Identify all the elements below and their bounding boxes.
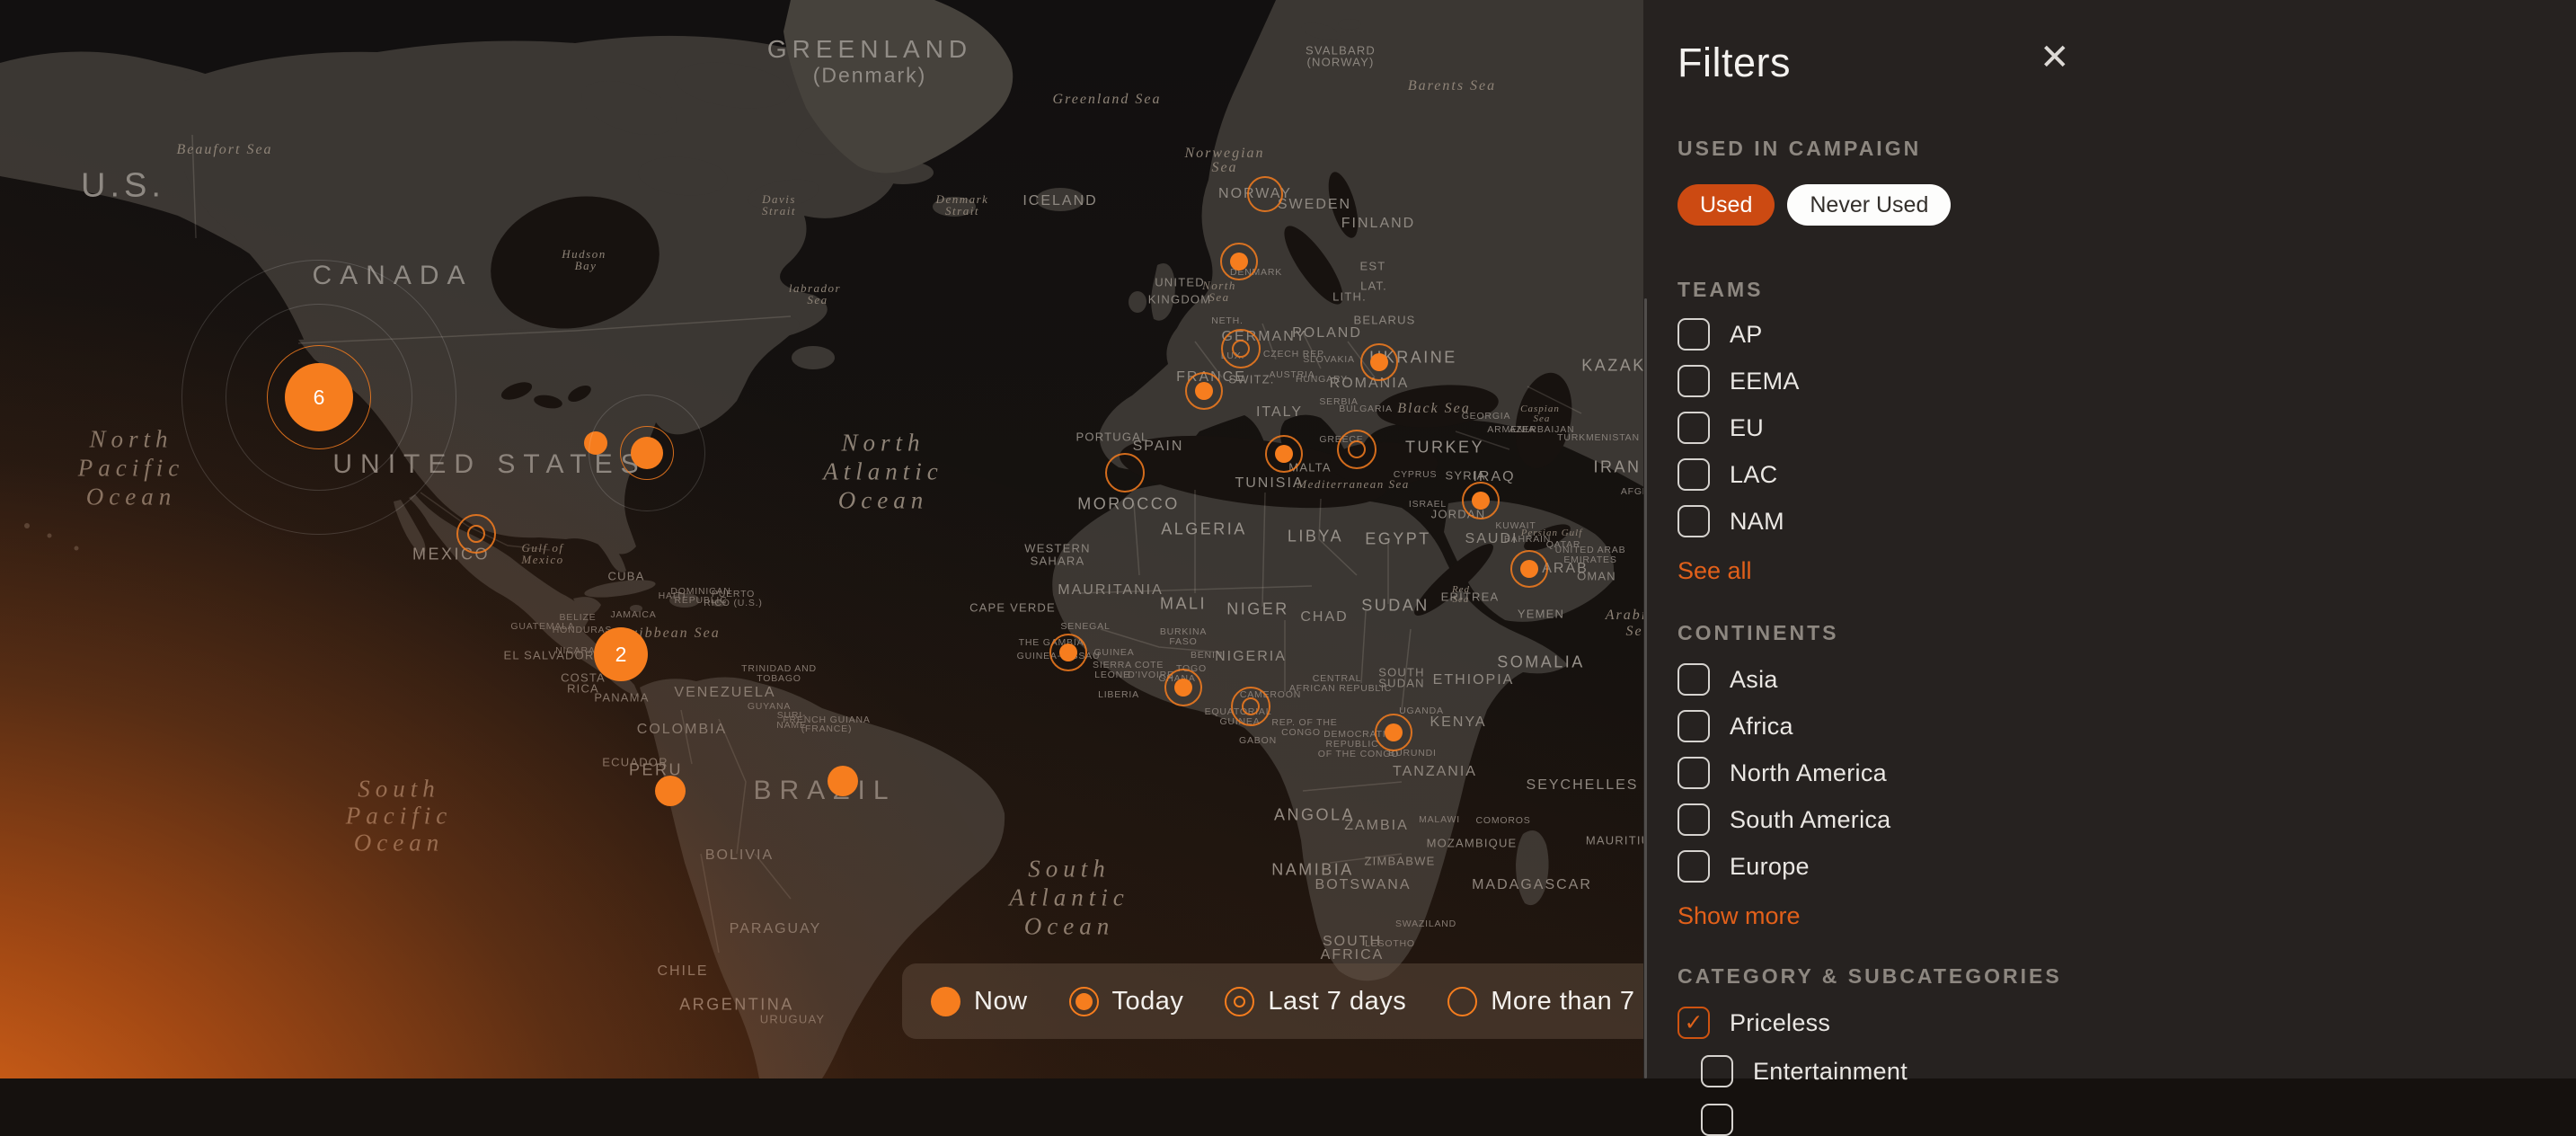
used-toggle-group: Used Never Used (1677, 184, 2540, 226)
legend-item-today: Today (1069, 987, 1184, 1016)
marker-dot (1472, 492, 1490, 510)
checkbox-label: NAM (1730, 508, 1784, 536)
legend-label: Now (974, 987, 1028, 1016)
show-more-link[interactable]: Show more (1677, 902, 1801, 930)
today-icon (1069, 987, 1099, 1016)
marker-dot (1385, 723, 1403, 741)
checkbox[interactable] (1701, 1104, 1733, 1136)
checkbox-label: North America (1730, 759, 1887, 787)
section-teams: TEAMS AP EEMA EU LAC NAM See all (1677, 278, 2540, 585)
teams-options: AP EEMA EU LAC NAM (1677, 318, 2540, 537)
checkbox-row-eema[interactable]: EEMA (1677, 365, 2540, 397)
marker-dot (1520, 560, 1538, 578)
cluster-count: 6 (285, 363, 353, 431)
checkbox-row-europe[interactable]: Europe (1677, 850, 2540, 883)
checkbox-label: EEMA (1730, 368, 1800, 395)
marker-dot (1230, 253, 1248, 271)
checkbox-label: EU (1730, 414, 1764, 442)
checkbox-row-eu[interactable]: EU (1677, 412, 2540, 444)
marker-dot (1174, 679, 1192, 697)
checkbox-label: Africa (1730, 713, 1793, 741)
section-header: USED IN CAMPAIGN (1677, 137, 2540, 161)
checkbox-row-priceless[interactable]: ✓ Priceless (1677, 1007, 2540, 1039)
toggle-never-used[interactable]: Never Used (1787, 184, 1951, 226)
cluster-count: 2 (594, 627, 648, 681)
checkbox[interactable] (1677, 850, 1710, 883)
marker-ring (467, 525, 485, 543)
section-continents: CONTINENTS Asia Africa North America South … (1677, 621, 2540, 930)
marker-ring (1105, 453, 1145, 493)
close-icon[interactable]: ✕ (2040, 40, 2070, 75)
legend-item-now: Now (931, 987, 1028, 1016)
checkbox[interactable] (1677, 803, 1710, 836)
checkbox-row-nam[interactable]: NAM (1677, 505, 2540, 537)
now-icon (931, 987, 960, 1016)
checkbox-row-north-america[interactable]: North America (1677, 757, 2540, 789)
checkbox-label: Priceless (1730, 1009, 1830, 1037)
checkbox[interactable]: ✓ (1677, 1007, 1710, 1039)
marker-ring (1242, 697, 1260, 715)
marker-ring (1348, 440, 1366, 458)
older-icon (1447, 987, 1477, 1016)
last7-icon (1225, 987, 1254, 1016)
checkbox[interactable] (1677, 412, 1710, 444)
checkbox[interactable] (1701, 1055, 1733, 1087)
checkbox-row-partial[interactable] (1677, 1104, 2540, 1136)
continents-options: Asia Africa North America South America Euro… (1677, 663, 2540, 883)
marker-dot (1195, 382, 1213, 400)
checkbox[interactable] (1677, 663, 1710, 696)
checkbox[interactable] (1677, 458, 1710, 491)
section-category: CATEGORY & SUBCATEGORIES ✓ Priceless Enter… (1677, 964, 2540, 1136)
checkbox[interactable] (1677, 505, 1710, 537)
section-used-in-campaign: USED IN CAMPAIGN Used Never Used (1677, 137, 2540, 226)
marker-dot (631, 437, 663, 469)
checkbox-row-ap[interactable]: AP (1677, 318, 2540, 351)
checkbox[interactable] (1677, 318, 1710, 351)
checkbox-row-africa[interactable]: Africa (1677, 710, 2540, 742)
legend-label: Today (1112, 987, 1184, 1016)
checkbox-label: Entertainment (1753, 1058, 1908, 1086)
checkbox[interactable] (1677, 710, 1710, 742)
checkbox[interactable] (1677, 365, 1710, 397)
marker-dot (1370, 353, 1388, 371)
checkbox-row-lac[interactable]: LAC (1677, 458, 2540, 491)
category-options: ✓ Priceless Entertainment (1677, 1007, 2540, 1136)
checkbox-row-south-america[interactable]: South America (1677, 803, 2540, 836)
checkbox-label: LAC (1730, 461, 1777, 489)
section-header: CATEGORY & SUBCATEGORIES (1677, 964, 2540, 989)
marker-ring (1232, 340, 1250, 358)
checkbox-label: Asia (1730, 666, 1778, 694)
see-all-link[interactable]: See all (1677, 557, 1752, 585)
section-header: TEAMS (1677, 278, 2540, 302)
map-legend: NowTodayLast 7 daysMore than 7 days ago (902, 963, 1702, 1039)
marker-dot (655, 776, 686, 806)
section-header: CONTINENTS (1677, 621, 2540, 645)
checkbox-label: AP (1730, 321, 1763, 349)
marker-dot (1059, 643, 1077, 661)
checkbox-label: South America (1730, 806, 1891, 834)
checkbox-label: Europe (1730, 853, 1810, 881)
toggle-used[interactable]: Used (1677, 184, 1775, 226)
checkbox-row-entertainment[interactable]: Entertainment (1677, 1055, 2540, 1087)
checkbox-row-asia[interactable]: Asia (1677, 663, 2540, 696)
marker-dot (1275, 445, 1293, 463)
legend-label: Last 7 days (1268, 987, 1406, 1016)
marker-ring (1247, 176, 1283, 212)
legend-item-last7: Last 7 days (1225, 987, 1406, 1016)
filters-panel: Filters ✕ USED IN CAMPAIGN Used Never Use… (1643, 0, 2576, 1078)
panel-title: Filters (1677, 40, 2540, 86)
checkbox[interactable] (1677, 757, 1710, 789)
marker-dot (828, 766, 858, 796)
